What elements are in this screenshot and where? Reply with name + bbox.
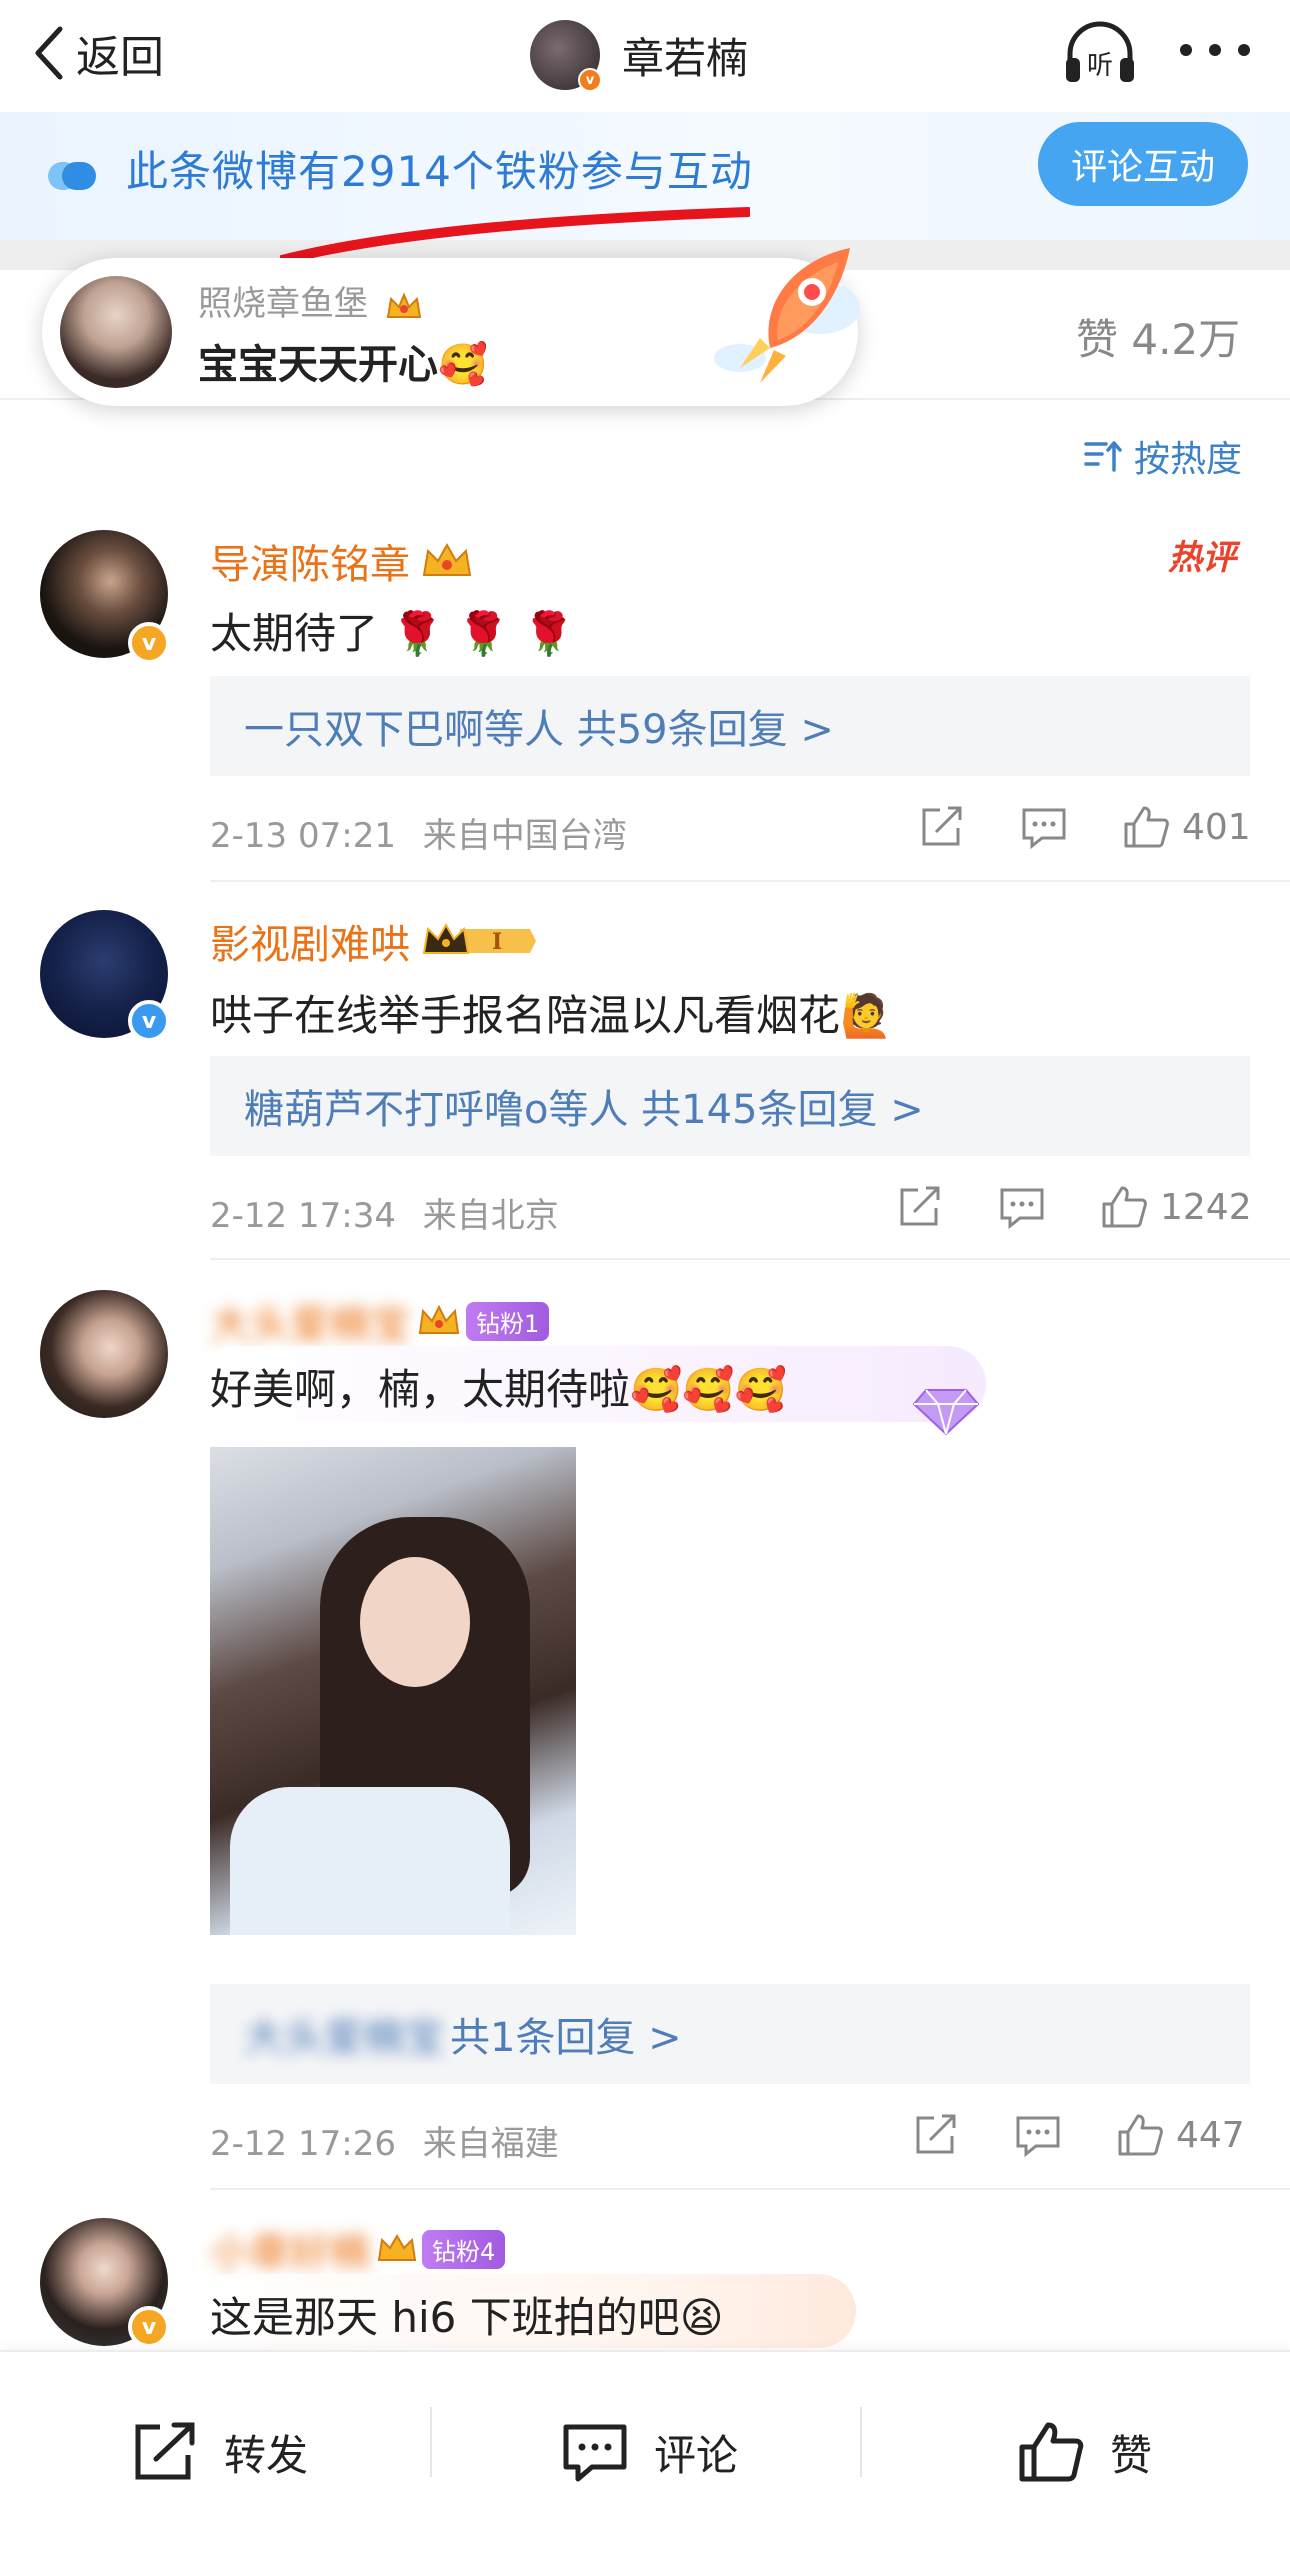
bottom-action-bar: 转发 评论 赞 — [0, 2350, 1290, 2554]
verified-blue-icon: v — [128, 1000, 170, 1042]
divider — [210, 1258, 1290, 1260]
like-icon[interactable] — [1122, 804, 1170, 850]
back-button[interactable]: 返回 — [30, 18, 164, 88]
like-count: 401 — [1182, 806, 1251, 848]
level-crown-badge-icon: I — [422, 922, 536, 955]
listen-button[interactable]: 听 — [1060, 18, 1140, 88]
comment-text: 好美啊，楠，太期待啦🥰🥰🥰 — [210, 1365, 787, 1414]
svg-text:I: I — [492, 929, 502, 955]
repost-button[interactable]: 转发 — [130, 2412, 308, 2492]
comment-time: 2-13 07:21 — [210, 816, 396, 856]
repost-label: 转发 — [224, 2430, 309, 2480]
more-dot-icon — [1209, 44, 1221, 56]
fans-icon — [48, 162, 96, 190]
comment-username[interactable]: 大头爱楠宝 钻粉1 — [210, 1292, 550, 1350]
comment-image[interactable] — [210, 1447, 576, 1935]
comment-text: 哄子在线举手报名陪温以凡看烟花🙋 — [210, 991, 893, 1040]
replies-link[interactable]: 糖葫芦不打呼噜o等人 共145条回复 > — [210, 1056, 1250, 1156]
bubble-username: 照烧章鱼堡 — [198, 276, 423, 325]
comment-text: 这是那天 hi6 下班拍的吧😫 — [210, 2293, 724, 2342]
comment-button[interactable]: 评论 — [560, 2412, 738, 2492]
more-button[interactable] — [1180, 30, 1250, 70]
verified-yellow-icon: v — [128, 622, 170, 664]
comment-label: 评论 — [654, 2430, 739, 2480]
share-icon[interactable] — [896, 1184, 944, 1230]
photo-dress-shape — [230, 1787, 510, 1935]
comment-time: 2-12 17:34 — [210, 1196, 396, 1236]
verified-yellow-icon: v — [128, 2306, 170, 2348]
share-icon[interactable] — [918, 804, 966, 850]
page-title: 章若楠 — [622, 33, 749, 83]
comment-meta: 2-12 17:34 来自北京 — [210, 1188, 559, 1237]
comment-actions: 1242 — [896, 1184, 1252, 1230]
replies-link[interactable]: 大头爱楠宝 共1条回复 > — [210, 1984, 1250, 2084]
crown-icon — [422, 542, 472, 576]
post-likes-count[interactable]: 赞 4.2万 — [1076, 306, 1240, 367]
comment-location: 来自福建 — [422, 2124, 559, 2164]
avatar[interactable] — [40, 1290, 168, 1418]
profile-header[interactable]: v 章若楠 — [530, 10, 748, 100]
more-dot-icon — [1180, 44, 1192, 56]
photo-face-shape — [360, 1557, 470, 1687]
crown-icon — [377, 2234, 417, 2261]
blush-emoji-icon: 🥰 — [438, 342, 488, 388]
replies-link[interactable]: 一只双下巴啊等人 共59条回复 > — [210, 676, 1250, 776]
comment-icon[interactable] — [1014, 2112, 1062, 2158]
comment-interaction-button[interactable]: 评论互动 — [1038, 122, 1248, 206]
like-count: 1242 — [1160, 1186, 1252, 1228]
back-label: 返回 — [76, 32, 164, 83]
like-icon[interactable] — [1100, 1184, 1148, 1230]
chevron-left-icon — [35, 26, 63, 80]
comment-username[interactable]: 影视剧难哄 I — [210, 912, 538, 970]
crown-icon — [418, 1304, 460, 1334]
comment-actions: 447 — [912, 2112, 1245, 2158]
comment-location: 来自北京 — [422, 1196, 559, 1236]
fan-level-badge: 钻粉4 — [422, 2229, 506, 2269]
comment-time: 2-12 17:26 — [210, 2124, 396, 2164]
comment-actions: 401 — [918, 804, 1251, 850]
share-icon[interactable] — [912, 2112, 960, 2158]
rocket-icon — [714, 248, 860, 383]
comment-icon[interactable] — [998, 1184, 1046, 1230]
like-icon — [1019, 2422, 1084, 2482]
comment-meta: 2-12 17:26 来自福建 — [210, 2116, 559, 2165]
comment-text: 太期待了 🌹 🌹 🌹 — [210, 609, 575, 658]
comment-username[interactable]: 小章好楠 钻粉4 — [210, 2220, 506, 2278]
crown-icon — [386, 291, 421, 318]
headphones-icon: 听 — [1066, 21, 1134, 82]
divider — [430, 2407, 432, 2477]
fans-banner-text: 此条微博有2914个铁粉参与互动 — [126, 147, 753, 196]
diamond-icon — [912, 1389, 980, 1436]
fan-level-badge: 钻粉1 — [466, 1301, 550, 1341]
comment-icon[interactable] — [1020, 804, 1068, 850]
comment-username[interactable]: 导演陈铭章 — [210, 532, 474, 590]
repost-icon — [135, 2422, 195, 2480]
bubble-text: 宝宝天天开心🥰 — [198, 342, 488, 388]
top-nav: 返回 v 章若楠 听 — [0, 0, 1290, 110]
comment-meta: 2-13 07:21 来自中国台湾 — [210, 808, 627, 857]
like-button[interactable]: 赞 — [1016, 2412, 1152, 2492]
like-label: 赞 — [1110, 2430, 1153, 2480]
sort-label: 按热度 — [1134, 439, 1243, 480]
like-icon[interactable] — [1116, 2112, 1164, 2158]
sort-icon — [1084, 441, 1122, 472]
divider — [860, 2407, 862, 2477]
hot-comment-badge: 热评 — [1168, 538, 1236, 578]
avatar — [60, 276, 172, 388]
comment-location: 来自中国台湾 — [422, 816, 627, 856]
like-count: 447 — [1176, 2114, 1245, 2156]
divider — [210, 880, 1290, 882]
verified-icon: v — [578, 68, 602, 92]
listen-label: 听 — [1087, 51, 1113, 81]
divider — [210, 2188, 1290, 2190]
avatar[interactable]: v — [530, 20, 602, 92]
more-dot-icon — [1238, 44, 1250, 56]
sort-by-hot-button[interactable]: 按热度 — [1084, 430, 1242, 482]
comment-icon — [563, 2424, 627, 2482]
